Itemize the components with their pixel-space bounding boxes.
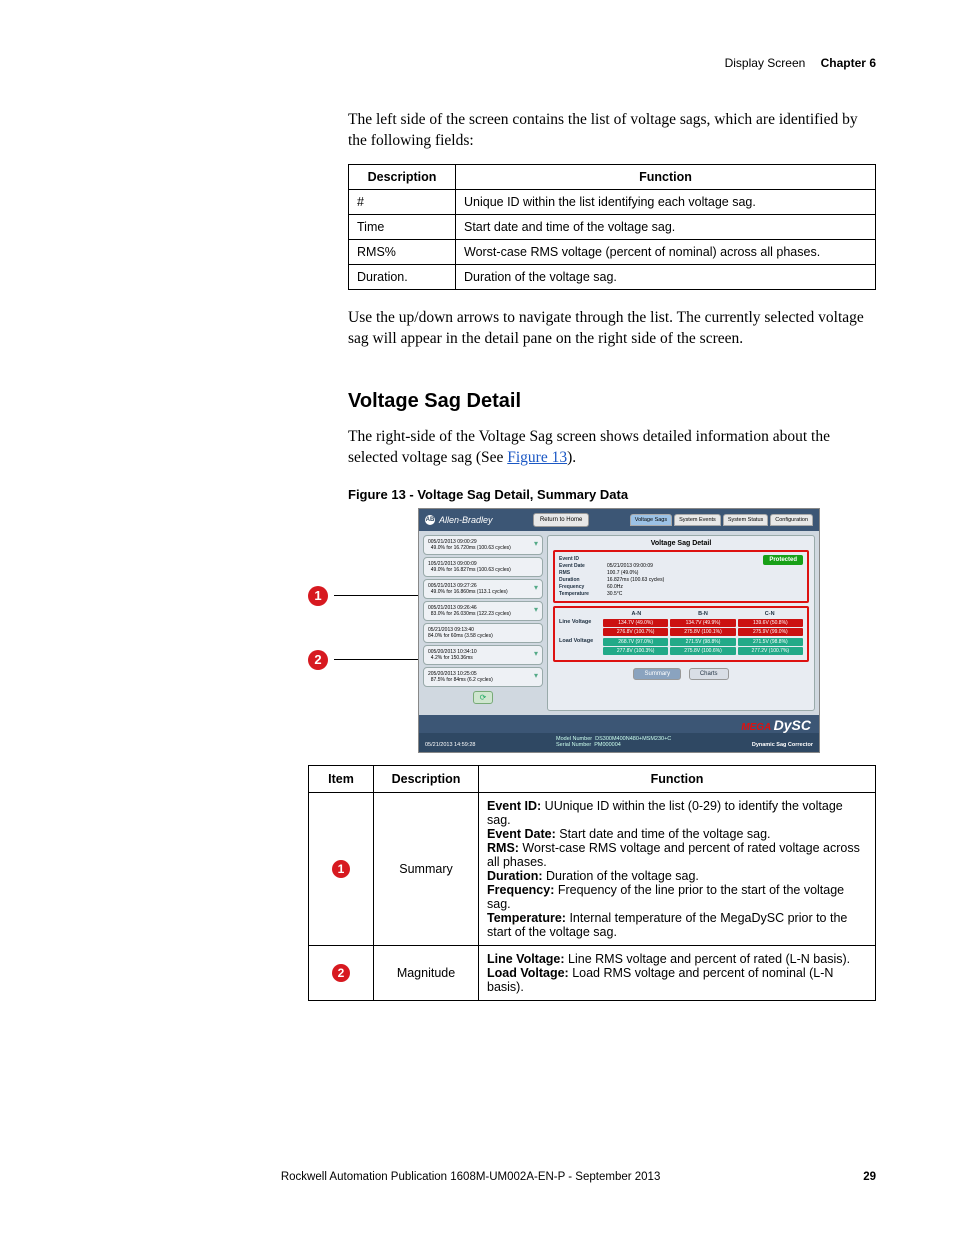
refresh-icon[interactable]: ⟳ — [473, 691, 493, 704]
tab-system-events[interactable]: System Events — [674, 514, 721, 526]
magnitude-box: A-NB-NC-N Line Voltage 134.7V (49.0%)134… — [553, 606, 809, 662]
detail-title: Voltage Sag Detail — [553, 540, 809, 547]
th-function: Function — [456, 164, 876, 189]
th-description: Description — [374, 765, 479, 792]
callout-2-icon: 2 — [308, 650, 328, 670]
item-description-table: Item Description Function 1 Summary Even… — [308, 765, 876, 1001]
item-2-icon: 2 — [332, 964, 350, 982]
screenshot-panel: AB Allen-Bradley Return to Home Voltage … — [418, 508, 820, 753]
figure-link[interactable]: Figure 13 — [507, 449, 567, 466]
return-home-button[interactable]: Return to Home — [533, 513, 589, 527]
chevron-down-icon[interactable]: ▾ — [534, 539, 538, 551]
table-row: #Unique ID within the list identifying e… — [349, 189, 876, 214]
table-row: 2 Magnitude Line Voltage: Line RMS volta… — [309, 945, 876, 1000]
th-item: Item — [309, 765, 374, 792]
chevron-down-icon[interactable]: ▾ — [534, 605, 538, 617]
section-heading: Voltage Sag Detail — [348, 390, 876, 413]
summary-box: Protected Event ID Event Date05/21/2013 … — [553, 550, 809, 603]
chevron-down-icon[interactable]: ▾ — [534, 583, 538, 595]
list-item[interactable]: 005/21/2013 09:00:2949.0% for 16.720ms (… — [423, 535, 543, 555]
page-footer: Rockwell Automation Publication 1608M-UM… — [78, 1171, 876, 1183]
running-header: Display Screen Chapter 6 — [78, 56, 876, 70]
nav-text: Use the up/down arrows to navigate throu… — [348, 308, 876, 350]
detail-intro: The right-side of the Voltage Sag screen… — [348, 427, 876, 469]
figure-caption: Figure 13 - Voltage Sag Detail, Summary … — [348, 487, 876, 502]
tab-voltage-sags[interactable]: Voltage Sags — [630, 514, 672, 526]
callout-1-icon: 1 — [308, 586, 328, 606]
sag-list: 005/21/2013 09:00:2949.0% for 16.720ms (… — [423, 535, 543, 711]
tab-charts[interactable]: Charts — [689, 668, 729, 680]
list-item[interactable]: 05/21/2013 09:13:4084.0% for 60ms (3.58 … — [423, 623, 543, 643]
ab-logo: AB Allen-Bradley — [425, 515, 493, 525]
chevron-down-icon[interactable]: ▾ — [534, 649, 538, 661]
list-item[interactable]: 005/21/2013 09:27:2649.0% for 16.860ms (… — [423, 579, 543, 599]
protected-badge: Protected — [763, 555, 803, 565]
table-row: TimeStart date and time of the voltage s… — [349, 214, 876, 239]
chevron-down-icon[interactable]: ▾ — [534, 671, 538, 683]
model-info: Model Number DS300M400N480+MSM230+C Seri… — [556, 736, 671, 748]
intro-text: The left side of the screen contains the… — [348, 110, 876, 152]
table-row: 1 Summary Event ID: UUnique ID within th… — [309, 792, 876, 945]
th-function: Function — [479, 765, 876, 792]
table-row: RMS%Worst-case RMS voltage (percent of n… — [349, 239, 876, 264]
th-description: Description — [349, 164, 456, 189]
nav-tabs: Voltage Sags System Events System Status… — [630, 514, 813, 526]
figure-13: 1 2 AB Allen-Bradley Return to Home Volt… — [308, 508, 876, 753]
mega-dysc-logo: MEGA DySC — [741, 722, 811, 733]
item-1-icon: 1 — [332, 860, 350, 878]
dsc-tagline: Dynamic Sag Corrector — [752, 742, 813, 748]
footer-publication: Rockwell Automation Publication 1608M-UM… — [281, 1171, 660, 1183]
tab-system-status[interactable]: System Status — [723, 514, 768, 526]
fields-table: Description Function #Unique ID within t… — [348, 164, 876, 290]
list-item[interactable]: 005/21/2013 09:26:4683.0% for 26.030ms (… — [423, 601, 543, 621]
header-section: Display Screen — [725, 56, 806, 70]
footer-page-number: 29 — [863, 1171, 876, 1183]
sag-detail-pane: Voltage Sag Detail Protected Event ID Ev… — [547, 535, 815, 711]
list-item[interactable]: 105/21/2013 09:00:0949.0% for 16.827ms (… — [423, 557, 543, 577]
list-item[interactable]: 205/20/2013 10:25:0587.5% for 84ms (6.2 … — [423, 667, 543, 687]
tab-summary[interactable]: Summary — [633, 668, 681, 680]
header-chapter: Chapter 6 — [821, 56, 876, 70]
list-item[interactable]: 005/20/2013 10:34:104.2% for 150.36ms▾ — [423, 645, 543, 665]
footer-timestamp: 05/21/2013 14:59:28 — [425, 742, 475, 748]
tab-configuration[interactable]: Configuration — [770, 514, 813, 526]
table-row: Duration.Duration of the voltage sag. — [349, 264, 876, 289]
